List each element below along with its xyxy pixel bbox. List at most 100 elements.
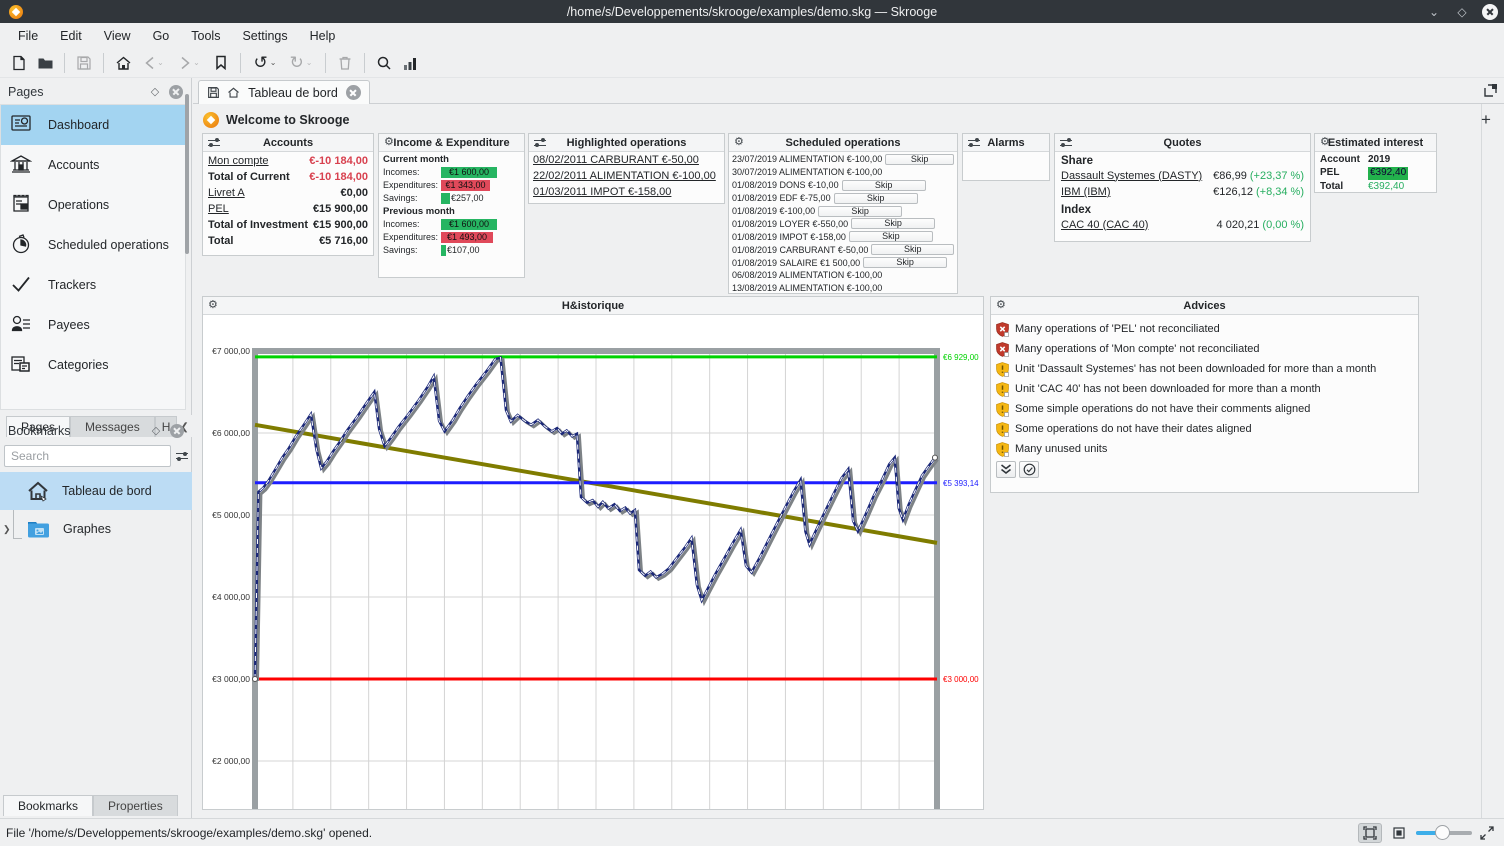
quotes-widget: Quotes ShareDassault Systemes (DASTY)€86… [1054,133,1311,242]
menu-view[interactable]: View [94,26,141,46]
float-panel-icon[interactable]: ◇ [148,424,164,437]
close-panel-icon[interactable] [169,85,183,99]
toolbar-separator [240,53,241,73]
widget-settings-icon[interactable] [534,138,546,148]
tab-close-icon[interactable] [346,85,361,100]
account-link[interactable]: PEL [208,202,229,217]
redo-dropdown-icon[interactable]: ⌄ [306,58,313,67]
save-button[interactable] [71,51,97,75]
bookmark-item-graphes[interactable]: ❯ Graphes [0,510,192,548]
open-folder-button[interactable] [32,51,58,75]
close-panel-icon[interactable] [170,424,184,438]
skip-button[interactable]: Skip [849,231,933,242]
maximize-button[interactable]: ◇ [1454,5,1470,19]
highlighted-operation-link[interactable]: 01/03/2011 IMPOT €-158,00 [529,185,724,201]
advice-row[interactable]: Many unused units [991,439,1418,459]
quote-row: IBM (IBM)€126,12 (+8,34 %) [1055,185,1310,202]
advice-row[interactable]: Many operations of 'Mon compte' not reco… [991,339,1418,359]
forward-button[interactable]: ⌄ [172,51,208,75]
quote-link[interactable]: IBM (IBM) [1061,186,1111,200]
pages-scrollbar[interactable] [185,94,189,254]
minimize-button[interactable]: ⌄ [1426,5,1442,19]
tab-tableau-de-bord[interactable]: Tableau de bord [198,80,370,104]
skip-button[interactable]: Skip [818,206,902,217]
undo-dropdown-icon[interactable]: ⌄ [270,58,277,67]
skip-button[interactable]: Skip [871,244,954,255]
menu-go[interactable]: Go [143,26,180,46]
forward-dropdown-icon[interactable]: ⌄ [193,58,200,67]
zoom-slider-knob[interactable] [1435,825,1450,840]
skip-button[interactable]: Skip [842,180,926,191]
balance-history-chart[interactable]: €7 000,00€6 000,00€5 000,00€4 000,00€3 0… [203,315,983,809]
account-link[interactable]: Livret A [208,186,245,201]
delete-button[interactable] [332,51,358,75]
new-document-button[interactable] [6,51,32,75]
widget-settings-icon[interactable] [1060,138,1072,148]
quote-link[interactable]: CAC 40 (CAC 40) [1061,219,1148,233]
widget-gear-icon[interactable]: ⚙ [996,300,1006,311]
bottom-tab-bookmarks[interactable]: Bookmarks [3,795,93,816]
bookmark-search-input[interactable]: Search [4,445,171,467]
dismiss-advice-button[interactable] [1019,461,1039,478]
menu-tools[interactable]: Tools [181,26,230,46]
back-dropdown-icon[interactable]: ⌄ [157,58,164,67]
widget-settings-icon[interactable] [208,138,220,148]
add-widget-button[interactable]: + [1477,110,1495,130]
svg-text:€2 000,00: €2 000,00 [212,756,250,766]
sidebar-item-trackers[interactable]: Trackers [1,265,185,305]
fullscreen-icon[interactable] [1480,826,1494,840]
sidebar-item-operations[interactable]: Operations [1,185,185,225]
menu-edit[interactable]: Edit [50,26,92,46]
menu-help[interactable]: Help [300,26,346,46]
close-button[interactable] [1482,4,1498,20]
scheduled-operation-text: 01/08/2019 EDF €-75,00 [732,193,831,203]
sidebar-item-dashboard[interactable]: Dashboard [1,105,185,145]
account-link[interactable]: Mon compte [208,154,269,169]
zoom-original-button[interactable] [1390,823,1408,843]
skip-button[interactable]: Skip [851,218,935,229]
svg-text:€6 929,00: €6 929,00 [943,353,979,362]
advice-row[interactable]: Some operations do not have their dates … [991,419,1418,439]
advice-row[interactable]: Many operations of 'PEL' not reconciliat… [991,319,1418,339]
expander-icon[interactable]: ❯ [3,524,11,535]
sidebar-item-payees[interactable]: Payees [1,305,185,345]
advice-row[interactable]: Unit 'Dassault Systemes' has not been do… [991,359,1418,379]
home-button[interactable] [110,51,136,75]
back-button[interactable]: ⌄ [136,51,172,75]
sidebar-item-scheduled-operations[interactable]: Scheduled operations [1,225,185,265]
search-button[interactable] [371,51,397,75]
widget-gear-icon[interactable]: ⚙ [208,300,218,311]
detach-tab-icon[interactable] [1483,83,1498,103]
widget-gear-icon[interactable]: ⚙ [384,137,394,148]
bookmark-item-tableau-de-bord[interactable]: Tableau de bord [0,472,192,510]
skip-button[interactable]: Skip [863,257,947,268]
highlighted-operation-link[interactable]: 08/02/2011 CARBURANT €-50,00 [529,153,724,169]
highlighted-operation-link[interactable]: 22/02/2011 ALIMENTATION €-100,00 [529,169,724,185]
income-expenditure-row: Expenditures:€1 343,00 [379,178,524,191]
widget-gear-icon[interactable]: ⚙ [734,137,744,148]
advice-row[interactable]: Unit 'CAC 40' has not been downloaded fo… [991,379,1418,399]
widget-gear-icon[interactable]: ⚙ [1320,137,1330,148]
bottom-tab-properties[interactable]: Properties [93,795,178,816]
filter-icon[interactable] [176,451,188,461]
zoom-slider[interactable] [1416,831,1472,835]
float-panel-icon[interactable]: ◇ [147,85,163,98]
widget-settings-icon[interactable] [968,138,980,148]
apply-all-advices-button[interactable] [996,461,1016,478]
bookmark-label: Graphes [63,522,111,536]
quote-link[interactable]: Dassault Systemes (DASTY) [1061,170,1202,184]
account-balance: €-10 184,00 [309,154,368,169]
skip-button[interactable]: Skip [834,193,918,204]
undo-button[interactable]: ↺⌄ [247,51,283,75]
skip-button[interactable]: Skip [885,154,954,165]
menu-settings[interactable]: Settings [232,26,297,46]
advice-row[interactable]: Some simple operations do not have their… [991,399,1418,419]
sidebar-item-accounts[interactable]: Accounts [1,145,185,185]
redo-button[interactable]: ↻⌄ [283,51,319,75]
report-chart-button[interactable] [397,51,423,75]
zoom-fit-button[interactable] [1358,823,1382,843]
bookmark-button[interactable] [208,51,234,75]
widget-title: Income & Expenditure [379,137,524,149]
menu-file[interactable]: File [8,26,48,46]
sidebar-item-categories[interactable]: Categories [1,345,185,385]
